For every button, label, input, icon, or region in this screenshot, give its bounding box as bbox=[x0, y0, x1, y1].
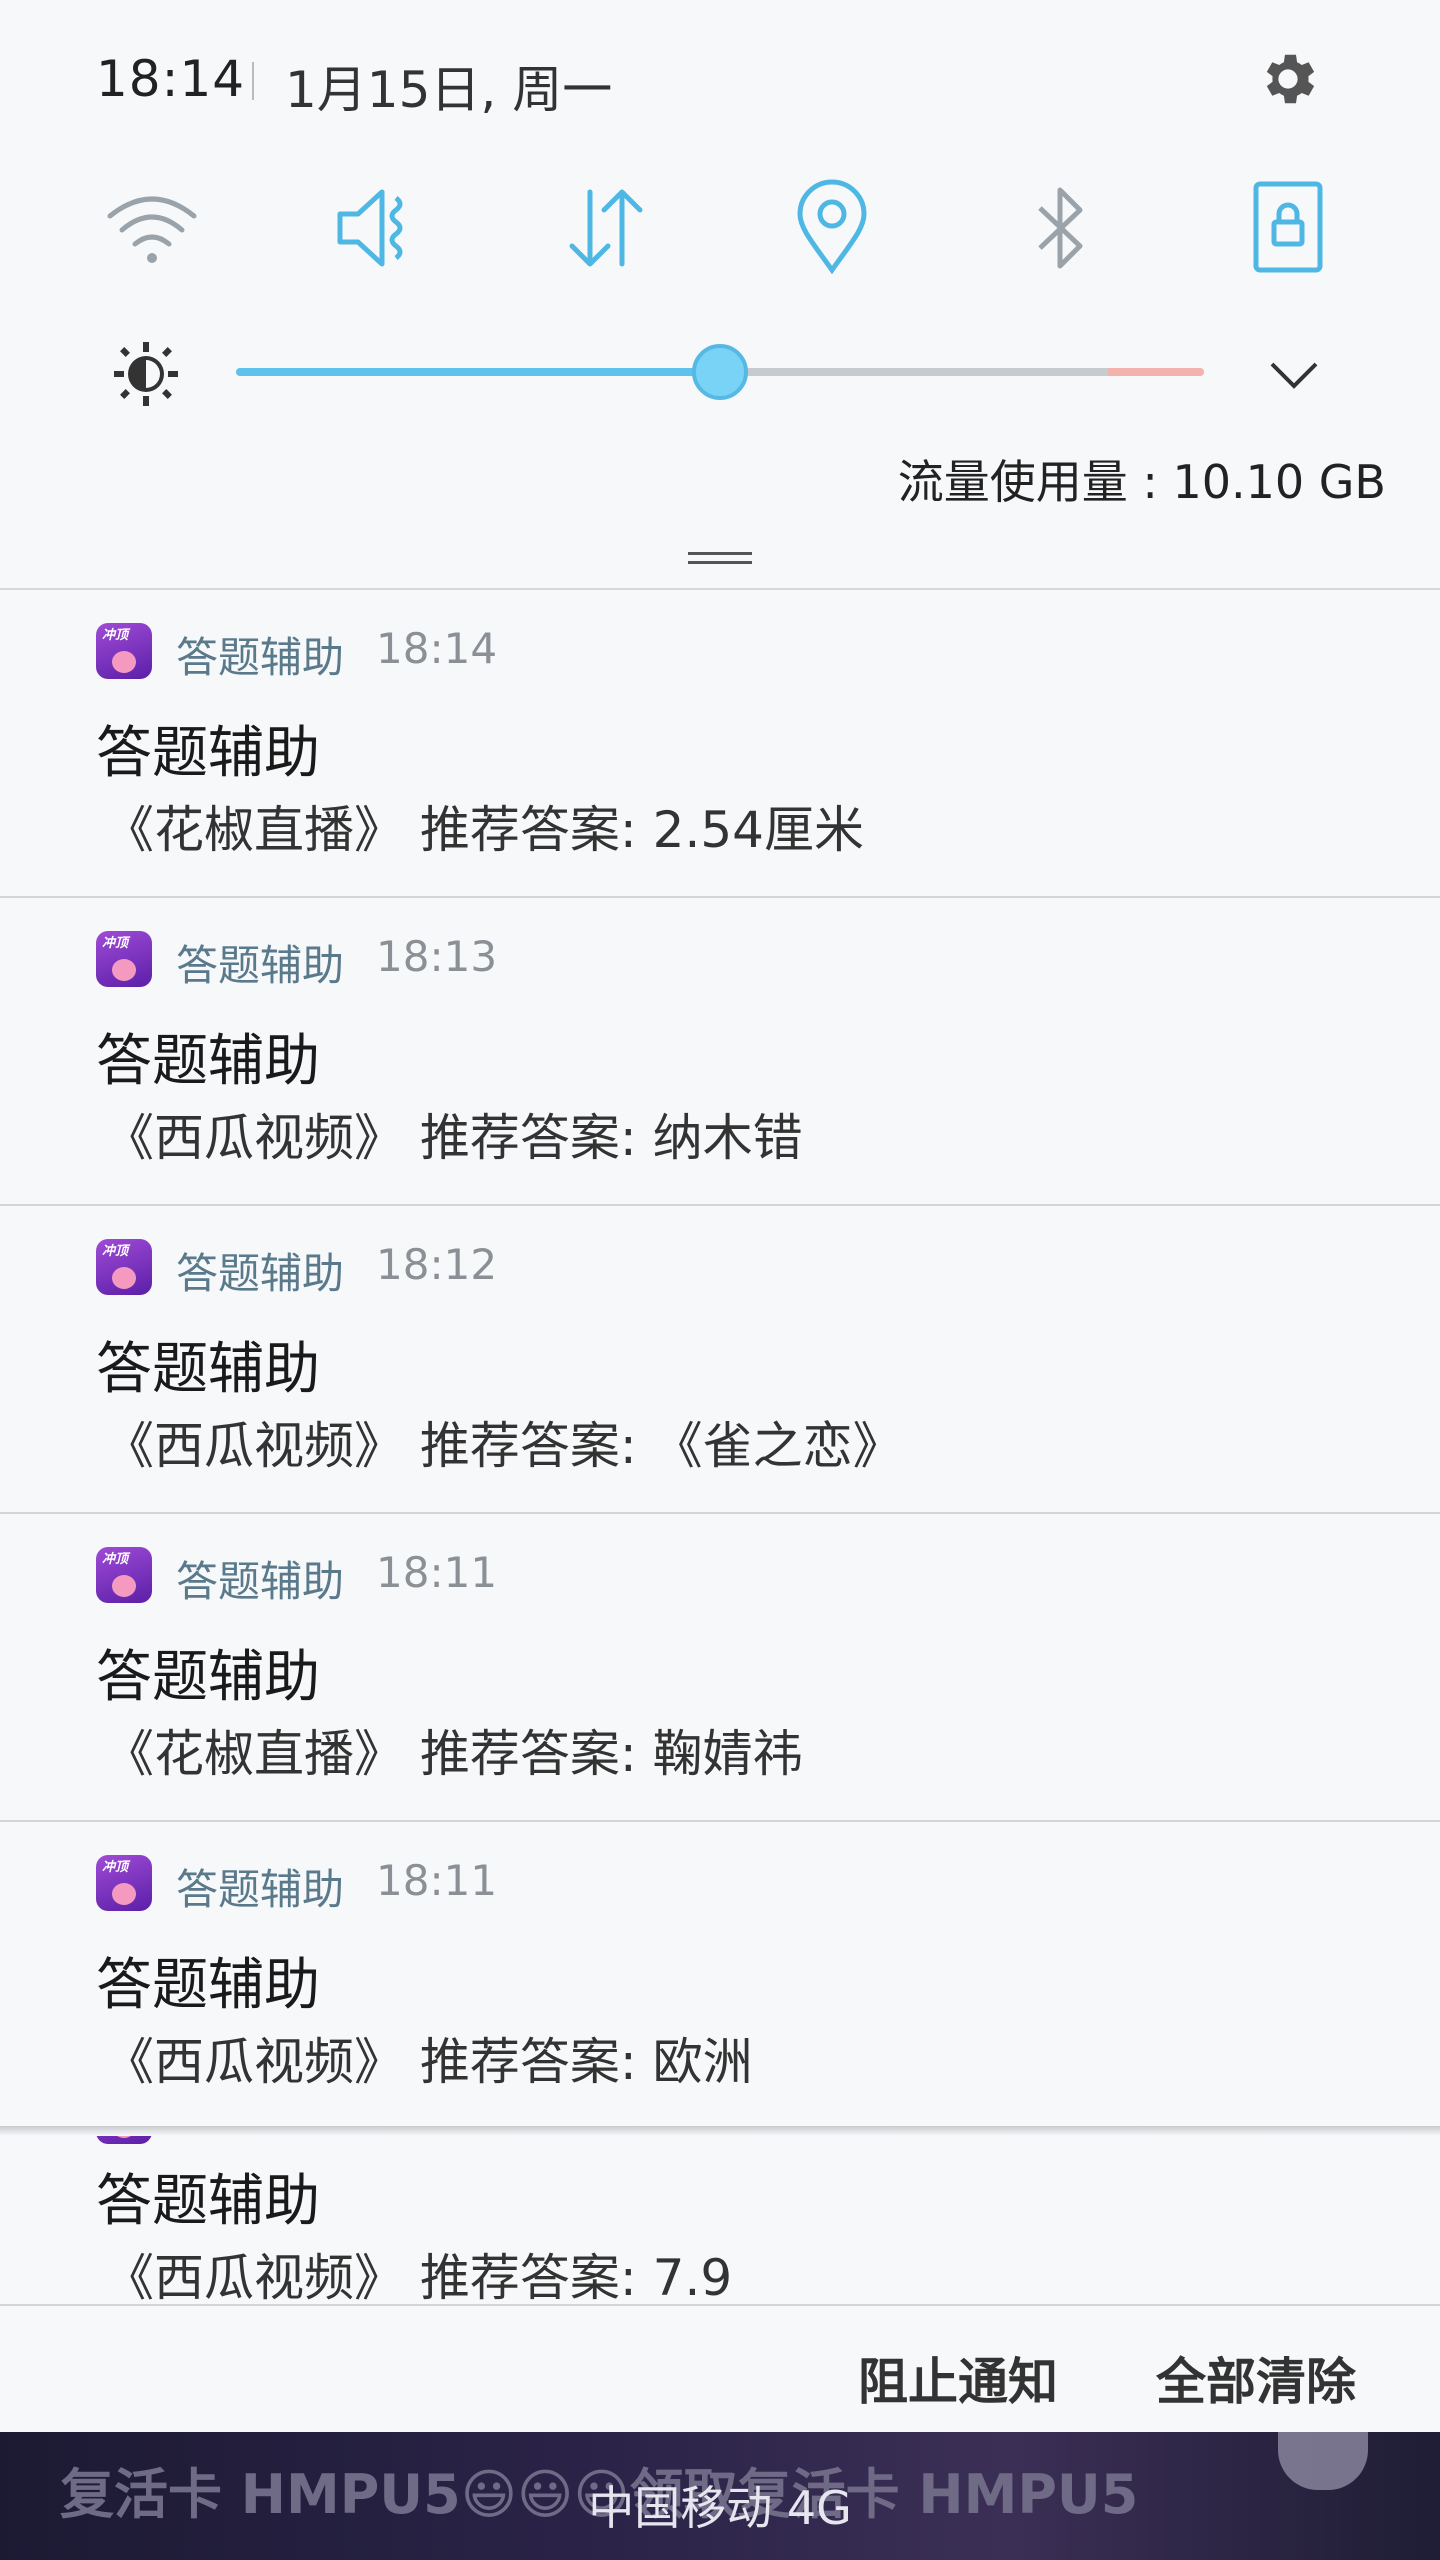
wifi-icon[interactable] bbox=[102, 178, 202, 278]
notification-card[interactable]: 冲顶 答题辅助 18:11 答题辅助 《西瓜视频》 推荐答案: 欧洲 bbox=[0, 1822, 1440, 2130]
gear-icon[interactable] bbox=[1255, 46, 1321, 112]
notification-app-name: 答题辅助 bbox=[176, 633, 345, 682]
notification-time: 18:11 bbox=[376, 1856, 498, 1905]
mobile-data-icon[interactable] bbox=[556, 178, 656, 278]
brightness-thumb[interactable] bbox=[692, 344, 748, 400]
screen-lock-icon[interactable] bbox=[1238, 178, 1338, 278]
notification-title: 答题辅助 bbox=[96, 1337, 320, 1402]
app-icon-text: 冲顶 bbox=[102, 1860, 129, 1875]
notification-body: 《花椒直播》 推荐答案: 2.54厘米 bbox=[104, 801, 864, 859]
notification-body: 《西瓜视频》 推荐答案: 欧洲 bbox=[104, 2033, 753, 2091]
quick-panel: 18:14 1月15日, 周一 流量使用量: 10.10 GB bbox=[0, 0, 1440, 590]
notification-title: 答题辅助 bbox=[96, 2169, 320, 2234]
notification-title: 答题辅助 bbox=[96, 1953, 320, 2018]
notification-app-name: 答题辅助 bbox=[176, 1249, 345, 1298]
brightness-warning-zone bbox=[1108, 368, 1204, 376]
notification-card[interactable]: 冲顶 答题辅助 18:12 答题辅助 《西瓜视频》 推荐答案: 《雀之恋》 bbox=[0, 1206, 1440, 1514]
notification-time: 18:14 bbox=[376, 624, 498, 673]
app-icon: 冲顶 bbox=[96, 1547, 152, 1603]
data-usage-text[interactable]: 流量使用量 : 10.10 GB bbox=[898, 446, 1386, 512]
app-icon-text: 冲顶 bbox=[102, 936, 129, 951]
chevron-down-icon[interactable] bbox=[1262, 348, 1326, 400]
separator bbox=[252, 62, 254, 100]
brightness-fill bbox=[236, 368, 720, 376]
app-icon-text: 冲顶 bbox=[102, 1552, 129, 1567]
app-icon: 冲顶 bbox=[96, 931, 152, 987]
notification-body: 《西瓜视频》 推荐答案: 纳木错 bbox=[104, 1109, 803, 1167]
notification-time: 18:11 bbox=[376, 1548, 498, 1597]
clock: 18:14 bbox=[96, 50, 246, 108]
app-icon-text: 冲顶 bbox=[102, 628, 129, 643]
date: 1月15日, 周一 bbox=[285, 61, 613, 119]
notification-actions: 阻止通知 全部清除 bbox=[0, 2304, 1440, 2434]
notification-body: 《西瓜视频》 推荐答案: 7.9 bbox=[104, 2249, 733, 2306]
notification-card[interactable]: 冲顶 答题辅助 18:13 答题辅助 《西瓜视频》 推荐答案: 纳木错 bbox=[0, 898, 1440, 1206]
location-icon[interactable] bbox=[782, 178, 882, 278]
notification-title: 答题辅助 bbox=[96, 1029, 320, 1094]
carrier-label: 中国移动 4G bbox=[588, 2481, 852, 2535]
app-icon: 冲顶 bbox=[96, 1855, 152, 1911]
sound-mute-icon[interactable] bbox=[330, 178, 430, 278]
shadow bbox=[0, 2126, 1440, 2136]
background-app-strip: 复活卡 HMPU5😃😃😃领取复活卡 HMPU5 中国移动 4G bbox=[0, 2432, 1440, 2560]
notification-card[interactable]: 冲顶 答题辅助 18:11 答题辅助 《花椒直播》 推荐答案: 鞠婧祎 bbox=[0, 1514, 1440, 1822]
notification-title: 答题辅助 bbox=[96, 1645, 320, 1710]
notification-card[interactable]: 冲顶 答题辅助 18:14 答题辅助 《花椒直播》 推荐答案: 2.54厘米 bbox=[0, 590, 1440, 898]
clear-all-button[interactable]: 全部清除 bbox=[1156, 2342, 1356, 2414]
notification-app-name: 答题辅助 bbox=[176, 1865, 345, 1914]
notification-app-name: 答题辅助 bbox=[176, 941, 345, 990]
app-icon-text: 冲顶 bbox=[102, 1244, 129, 1259]
app-icon: 冲顶 bbox=[96, 623, 152, 679]
bluetooth-icon[interactable] bbox=[1010, 178, 1110, 278]
notification-time: 18:13 bbox=[376, 932, 498, 981]
block-notifications-button[interactable]: 阻止通知 bbox=[858, 2342, 1058, 2414]
notification-body: 《花椒直播》 推荐答案: 鞠婧祎 bbox=[104, 1725, 803, 1783]
notification-time: 18:12 bbox=[376, 1240, 498, 1289]
notification-app-name: 答题辅助 bbox=[176, 1557, 345, 1606]
partial-notification[interactable]: 答题辅助 《西瓜视频》 推荐答案: 7.9 bbox=[0, 2128, 1440, 2306]
drag-handle[interactable] bbox=[688, 552, 752, 566]
brightness-icon bbox=[112, 340, 180, 408]
notification-body: 《西瓜视频》 推荐答案: 《雀之恋》 bbox=[104, 1417, 903, 1475]
notification-title: 答题辅助 bbox=[96, 721, 320, 786]
app-icon: 冲顶 bbox=[96, 1239, 152, 1295]
